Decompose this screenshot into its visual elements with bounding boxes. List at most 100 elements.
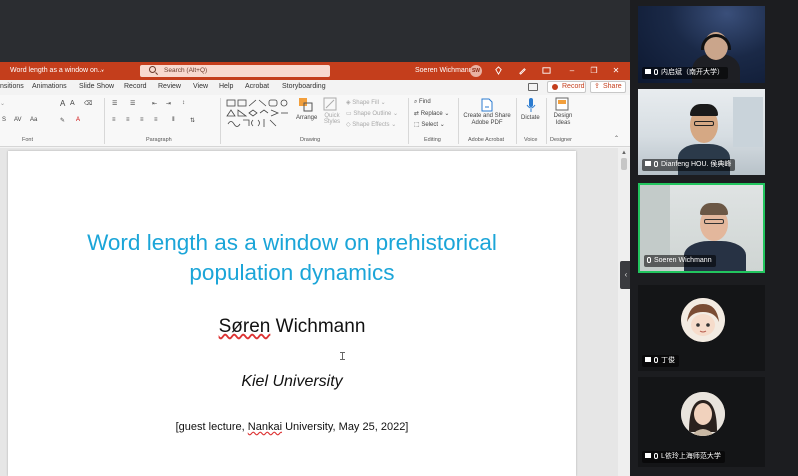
strikethrough-icon[interactable]: S: [2, 117, 6, 123]
pen-icon[interactable]: [518, 66, 527, 75]
microphone-icon: [654, 161, 658, 167]
clear-format-icon[interactable]: ⌫: [84, 100, 92, 107]
search-input[interactable]: Search (Alt+Q): [140, 65, 330, 77]
participant-name-bar: L依玲上海师范大学: [642, 451, 725, 463]
minimize-button[interactable]: –: [566, 65, 578, 77]
highlight-icon[interactable]: ✎: [60, 117, 65, 124]
text-cursor-icon: [340, 352, 345, 360]
case-icon[interactable]: Aa: [30, 117, 37, 123]
maximize-button[interactable]: ❐: [588, 65, 600, 77]
record-dot-icon: [552, 84, 558, 90]
text-direction-icon[interactable]: ⇅: [190, 117, 195, 124]
tab-storyboarding[interactable]: Storyboarding: [282, 83, 326, 90]
slide-canvas[interactable]: Word length as a window on prehistorical…: [8, 151, 576, 476]
participant-tile[interactable]: Dianfeng HOU. 侯典峰: [638, 89, 765, 175]
scroll-up-icon[interactable]: ▲: [621, 150, 627, 156]
indent-increase-icon[interactable]: ⇥: [166, 100, 171, 107]
font-color-icon[interactable]: A: [76, 117, 80, 123]
group-label-drawing: Drawing: [300, 137, 321, 143]
comment-icon[interactable]: [528, 83, 538, 91]
slide-author[interactable]: Søren Wichmann: [8, 316, 576, 338]
tab-transitions[interactable]: nsitions: [0, 83, 24, 90]
numbering-icon[interactable]: ☰: [130, 100, 135, 107]
share-button[interactable]: ⇪ Share: [590, 81, 626, 93]
slide-note[interactable]: [guest lecture, Nankai University, May 2…: [8, 421, 576, 433]
participant-name-bar: 内启斌（南开大学）: [642, 67, 728, 79]
select-button[interactable]: ⬚ Select ⌄: [414, 121, 445, 128]
slide-affiliation[interactable]: Kiel University: [8, 373, 576, 391]
glasses-icon: [694, 121, 714, 126]
tab-view[interactable]: View: [193, 83, 208, 90]
record-label: Record: [562, 83, 585, 90]
avatar: [681, 392, 725, 436]
ribbon-tabs: nsitions Animations Slide Show Record Re…: [0, 80, 630, 95]
divider: [516, 98, 517, 144]
avatar: [681, 298, 725, 342]
author-first-name: Søren: [218, 316, 271, 337]
share-label: Share: [603, 83, 622, 90]
search-placeholder: Search (Alt+Q): [164, 67, 208, 74]
group-label-paragraph: Paragraph: [146, 137, 172, 143]
slide-editor: Word length as a window on prehistorical…: [0, 148, 630, 476]
tab-record[interactable]: Record: [124, 83, 147, 90]
shape-outline-label: Shape Outline: [353, 111, 392, 117]
record-button[interactable]: Record: [547, 81, 586, 93]
replace-button[interactable]: ⇄ Replace ⌄: [414, 110, 449, 117]
participant-tile[interactable]: 丁俊: [638, 285, 765, 371]
search-icon: [149, 66, 156, 73]
indent-decrease-icon[interactable]: ⇤: [152, 100, 157, 107]
slide-title-line1: Word length as a window on prehistorical: [87, 230, 497, 255]
camera-icon: [645, 161, 651, 166]
diamond-icon[interactable]: [494, 66, 503, 75]
tab-review[interactable]: Review: [158, 83, 181, 90]
powerpoint-window: Word length as a window on... ⌄ Search (…: [0, 62, 630, 476]
slide-title[interactable]: Word length as a window on prehistorical…: [8, 228, 576, 288]
tab-slide-show[interactable]: Slide Show: [79, 83, 114, 90]
font-size-control[interactable]: ⌄: [0, 100, 5, 107]
increase-font-icon[interactable]: A: [60, 99, 65, 108]
shape-outline-button[interactable]: ▭ Shape Outline ⌄: [346, 110, 398, 117]
columns-icon[interactable]: ⫴: [172, 117, 175, 124]
scrollbar-thumb[interactable]: [621, 158, 627, 170]
chevron-down-icon[interactable]: ⌄: [100, 66, 105, 73]
document-title[interactable]: Word length as a window on...: [10, 67, 104, 74]
participant-name: Soeren Wichmann: [654, 257, 712, 264]
align-left-icon[interactable]: ≡: [112, 117, 116, 123]
shapes-gallery[interactable]: [226, 99, 292, 129]
vertical-scrollbar[interactable]: ▲: [618, 148, 630, 476]
arrange-icon: [299, 98, 313, 112]
user-avatar[interactable]: SW: [470, 65, 482, 77]
line-spacing-icon[interactable]: ↕: [182, 100, 185, 106]
participant-tile-active[interactable]: Soeren Wichmann: [638, 183, 765, 273]
close-button[interactable]: ✕: [610, 65, 622, 77]
select-label: Select: [421, 122, 439, 128]
ribbon: ⌄ A A ⌫ S AV Aa ✎ A Font ☰ ☰ ⇤ ⇥ ↕ ≡ ≡ ≡…: [0, 95, 630, 147]
justify-icon[interactable]: ≡: [154, 117, 158, 123]
tab-animations[interactable]: Animations: [32, 83, 67, 90]
dictate-label: Dictate: [521, 115, 540, 121]
quick-styles-icon: [323, 97, 337, 111]
bullets-icon[interactable]: ☰: [112, 100, 117, 107]
microphone-icon: [654, 357, 658, 363]
participant-tile[interactable]: 内启斌（南开大学）: [638, 6, 765, 83]
group-label-font: Font: [22, 137, 34, 143]
align-right-icon[interactable]: ≡: [140, 117, 144, 123]
align-center-icon[interactable]: ≡: [126, 117, 130, 123]
decrease-font-icon[interactable]: A: [70, 100, 75, 107]
collapse-ribbon-icon[interactable]: ⌃: [614, 135, 619, 142]
participant-tile[interactable]: L依玲上海师范大学: [638, 377, 765, 467]
shape-effects-button[interactable]: ◇ Shape Effects ⌄: [346, 121, 396, 128]
user-name[interactable]: Soeren Wichmann: [415, 67, 473, 74]
find-button[interactable]: ⌕ Find: [414, 99, 431, 106]
microphone-icon: [654, 453, 658, 459]
ribbon-display-icon[interactable]: [542, 66, 551, 75]
divider: [458, 98, 459, 144]
tab-help[interactable]: Help: [219, 83, 233, 90]
microphone-icon: [654, 69, 658, 75]
shape-fill-button[interactable]: ◈ Shape Fill ⌄: [346, 99, 386, 106]
divider: [546, 98, 547, 144]
spacing-icon[interactable]: AV: [14, 117, 22, 123]
tab-acrobat[interactable]: Acrobat: [245, 83, 269, 90]
participant-name: 内启斌（南开大学）: [661, 69, 724, 76]
create-share-label: Create and Share Adobe PDF: [463, 113, 511, 126]
